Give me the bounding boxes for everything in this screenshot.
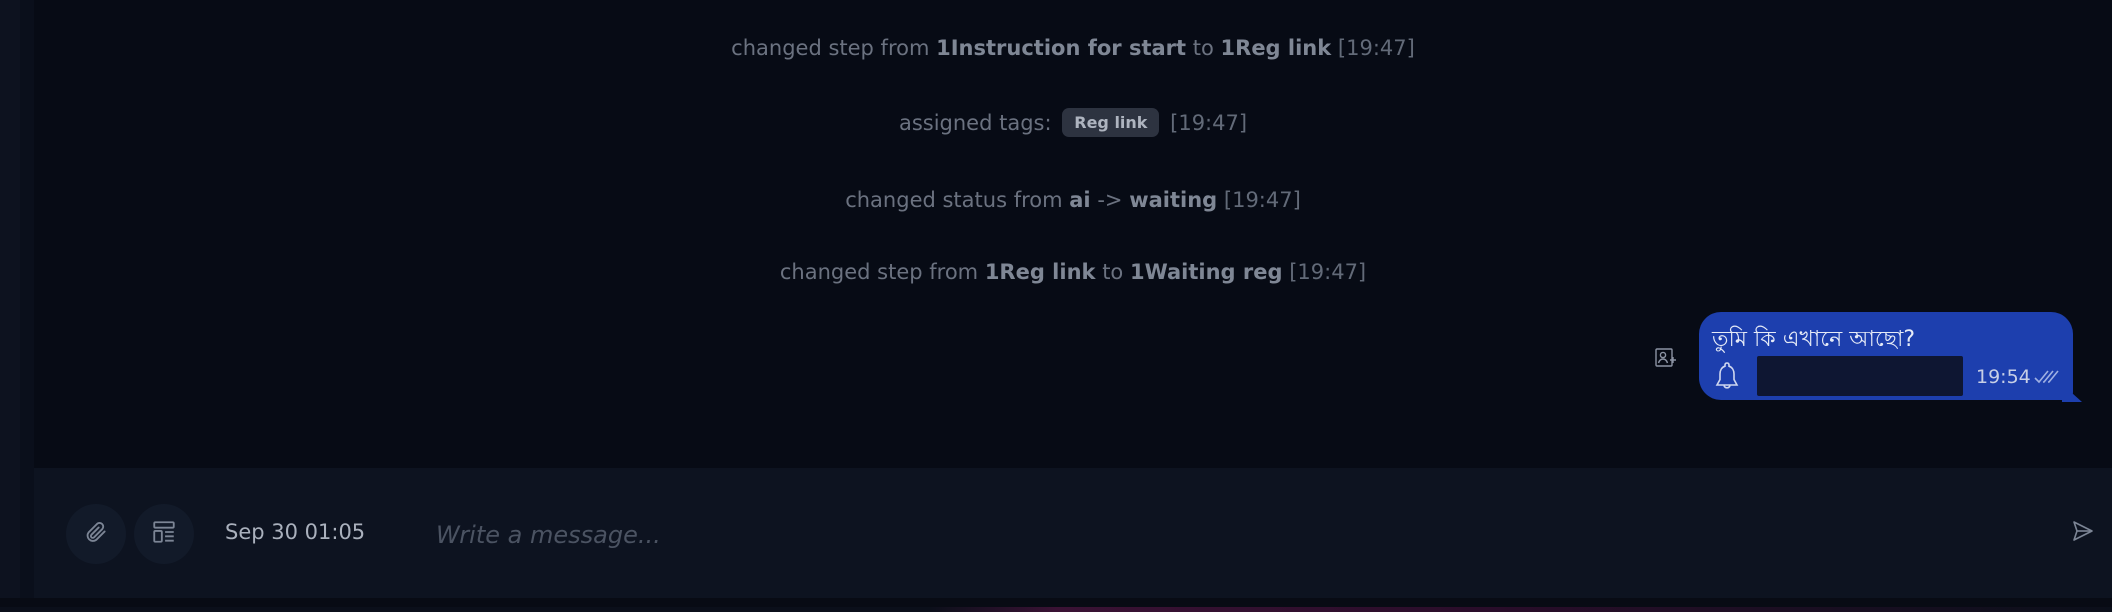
system-event-status-change: changed status from ai -> waiting [19:47… [34, 188, 2112, 212]
event-text: assigned tags: [898, 111, 1052, 135]
event-text: -> [1097, 188, 1123, 212]
send-icon [2071, 519, 2095, 547]
template-icon [151, 519, 177, 549]
send-button[interactable] [2068, 518, 2098, 548]
outgoing-message-bubble[interactable]: তুমি কি এখানে আছো? 19:54 [1699, 312, 2073, 400]
attach-button[interactable] [66, 504, 126, 564]
bubble-tail [2062, 384, 2082, 402]
event-from-step: 1Reg link [984, 260, 1096, 284]
chat-app: changed step from 1Instruction for start… [0, 0, 2112, 612]
redacted-content [1757, 356, 1963, 396]
event-to-step: 1Waiting reg [1129, 260, 1283, 284]
event-from-status: ai [1069, 188, 1091, 212]
event-text: changed step from [731, 36, 930, 60]
system-event-step-change: changed step from 1Reg link to 1Waiting … [34, 260, 2112, 284]
message-text: তুমি কি এখানে আছো? [1712, 327, 1916, 352]
event-time: [19:47] [1223, 188, 1301, 212]
assign-contact-icon[interactable] [1654, 346, 1678, 370]
event-text: changed status from [845, 188, 1063, 212]
left-rail [0, 0, 20, 612]
event-time: [19:47] [1289, 260, 1367, 284]
message-time: 19:54 [1976, 366, 2031, 388]
event-from-step: 1Instruction for start [936, 36, 1187, 60]
event-text: changed step from [779, 260, 979, 284]
event-time: [19:47] [1337, 36, 1415, 60]
event-time: [19:47] [1170, 111, 1248, 135]
footer-accent-line [0, 607, 2112, 612]
bell-icon [1712, 360, 1742, 390]
template-button[interactable] [134, 504, 194, 564]
event-to-status: waiting [1129, 188, 1218, 212]
event-text: to [1192, 36, 1214, 60]
paperclip-icon [83, 519, 109, 549]
composer-date: Sep 30 01:05 [225, 520, 366, 544]
system-event-step-change: changed step from 1Instruction for start… [34, 36, 2112, 60]
event-to-step: 1Reg link [1220, 36, 1332, 60]
double-check-icon [2034, 369, 2060, 385]
event-text: to [1102, 260, 1124, 284]
left-rail-divider [20, 0, 34, 612]
tag-badge: Reg link [1062, 108, 1160, 137]
system-event-tags-assigned: assigned tags: Reg link [19:47] [34, 108, 2112, 137]
message-input[interactable] [434, 512, 2038, 558]
message-composer: Sep 30 01:05 [34, 468, 2112, 598]
